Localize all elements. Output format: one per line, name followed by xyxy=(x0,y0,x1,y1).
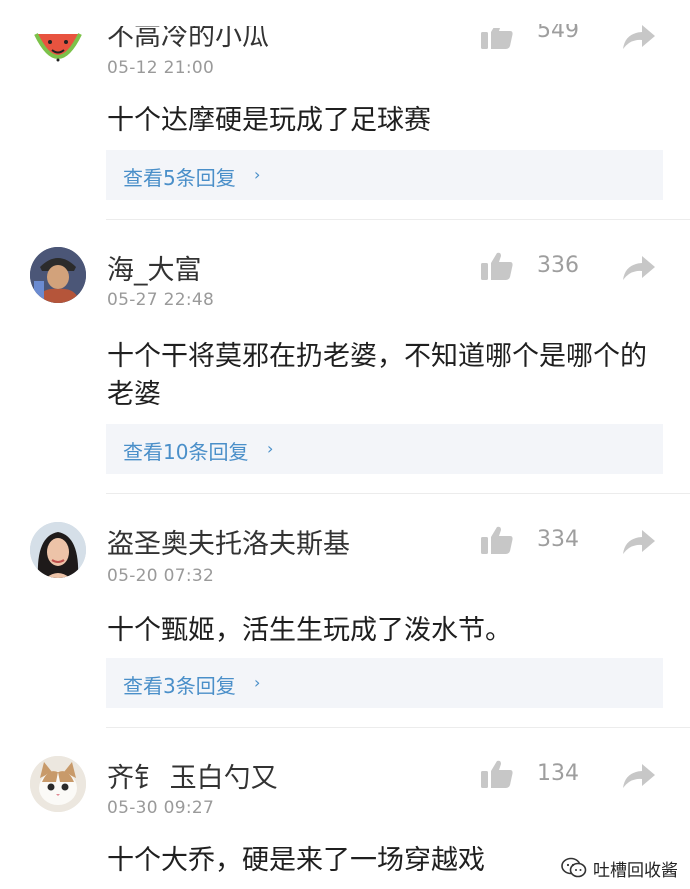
like-button[interactable] xyxy=(480,759,514,789)
share-arrow-icon xyxy=(623,764,655,788)
user-avatar[interactable] xyxy=(30,522,86,578)
thumbs-up-icon xyxy=(481,252,513,280)
view-replies-button[interactable]: 查看10条回复 › xyxy=(106,424,663,474)
thumbs-up-icon xyxy=(481,526,513,554)
chevron-right-icon: › xyxy=(254,165,261,184)
user-avatar[interactable] xyxy=(30,18,86,74)
woman-avatar-icon xyxy=(30,522,86,578)
comment-date: 05-20 07:32 xyxy=(107,566,215,586)
like-button[interactable] xyxy=(480,28,514,50)
cat-avatar-icon xyxy=(30,756,86,812)
username[interactable]: 齐钅 玉白勺又 xyxy=(107,756,278,795)
thumbs-up-icon xyxy=(481,28,513,49)
share-arrow-icon xyxy=(623,256,655,280)
like-button[interactable] xyxy=(480,251,514,281)
share-arrow-icon xyxy=(623,530,655,554)
comment-date: 05-27 22:48 xyxy=(107,290,215,310)
like-count: 549 xyxy=(537,18,579,43)
share-button[interactable] xyxy=(622,763,656,789)
like-count: 134 xyxy=(537,761,579,786)
view-replies-label: 查看3条回复 xyxy=(123,674,236,698)
comment-text: 十个甄姬，活生生玩成了泼水节。 xyxy=(107,615,512,646)
username[interactable]: 盗圣奥夫托洛夫斯基 xyxy=(107,522,350,561)
divider xyxy=(106,219,690,220)
watermark: 吐槽回收酱 xyxy=(557,853,682,883)
view-replies-button[interactable]: 查看5条回复 › xyxy=(106,150,663,200)
view-replies-label: 查看5条回复 xyxy=(123,166,236,190)
chevron-right-icon: › xyxy=(267,439,274,458)
username[interactable]: 不高冷的小瓜 xyxy=(107,26,269,53)
share-button[interactable] xyxy=(622,529,656,555)
share-arrow-icon xyxy=(623,25,655,49)
chevron-right-icon: › xyxy=(254,673,261,692)
person-avatar-icon xyxy=(30,247,86,303)
comment-text: 十个达摩硬是玩成了足球赛 xyxy=(107,105,431,136)
username[interactable]: 海_大富 xyxy=(107,248,202,287)
wechat-icon xyxy=(561,857,587,878)
user-avatar[interactable] xyxy=(30,756,86,812)
watermelon-avatar-icon xyxy=(34,33,82,62)
watermark-text: 吐槽回收酱 xyxy=(593,860,678,881)
like-button[interactable] xyxy=(480,525,514,555)
share-button[interactable] xyxy=(622,24,656,50)
user-avatar[interactable] xyxy=(30,247,86,303)
thumbs-up-icon xyxy=(481,760,513,788)
divider xyxy=(106,493,690,494)
view-replies-label: 查看10条回复 xyxy=(123,440,249,464)
comment-date: 05-30 09:27 xyxy=(107,798,215,818)
divider xyxy=(106,727,690,728)
comment-date: 05-12 21:00 xyxy=(107,58,215,78)
share-button[interactable] xyxy=(622,255,656,281)
like-count: 336 xyxy=(537,253,579,278)
view-replies-button[interactable]: 查看3条回复 › xyxy=(106,658,663,708)
comment-text: 十个干将莫邪在扔老婆，不知道哪个是哪个的老婆 xyxy=(107,341,647,410)
like-count: 334 xyxy=(537,527,579,552)
